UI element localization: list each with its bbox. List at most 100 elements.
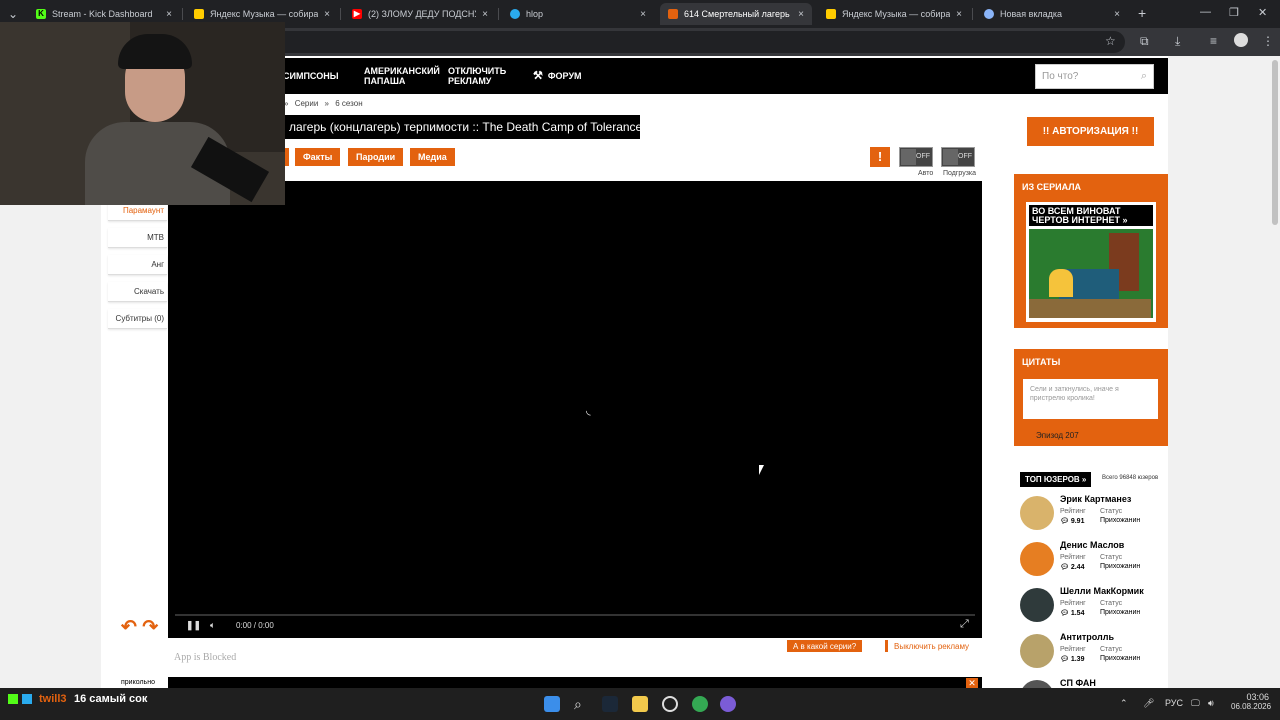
menu-eng[interactable]: Анг (108, 255, 167, 275)
pause-icon[interactable]: ❚❚ (186, 620, 201, 631)
user-name[interactable]: Антитролль (1060, 632, 1114, 642)
search-input[interactable]: По что? ⌕ (1035, 64, 1154, 89)
top-user-row[interactable]: Эрик Картманез Рейтинг Статус 💬︎ 9.91 Пр… (1020, 494, 1170, 534)
windows-start-icon[interactable] (544, 696, 560, 712)
top-user-row[interactable]: СП ФАН (1020, 678, 1170, 688)
speaker-icon[interactable]: 🔊︎ (1208, 698, 1214, 709)
fullscreen-icon[interactable]: ⤢ (960, 618, 969, 631)
new-tab-button[interactable]: + (1138, 5, 1146, 21)
quotes-panel: ЦИТАТЫ Сели и заткнулись, иначе я пристр… (1014, 349, 1168, 446)
close-tab-icon[interactable]: × (956, 9, 962, 20)
auto-toggle[interactable]: OFF (899, 147, 933, 167)
steam-icon[interactable] (602, 696, 618, 712)
close-tab-icon[interactable]: × (798, 9, 804, 20)
preload-toggle[interactable]: OFF (941, 147, 975, 167)
language-indicator[interactable]: РУС (1165, 698, 1183, 708)
menu-subtitles[interactable]: Субтитры (0) (108, 309, 167, 329)
breadcrumb-season[interactable]: 6 сезон (335, 99, 362, 108)
microphone-icon[interactable]: 🎤︎ (1143, 698, 1154, 709)
nav-forum[interactable]: ⚒ ФОРУМ (533, 58, 582, 94)
quotes-title: ЦИТАТЫ (1022, 357, 1061, 367)
app-icon[interactable] (720, 696, 736, 712)
status-label: Статус (1100, 554, 1123, 561)
close-tab-icon[interactable]: × (166, 9, 172, 20)
user-name[interactable]: Денис Маслов (1060, 540, 1124, 550)
mouse-cursor-icon (759, 465, 764, 475)
window-close-icon[interactable]: ✕ (1258, 6, 1267, 19)
restore-icon[interactable]: ❐ (1229, 6, 1239, 19)
browser-tab[interactable]: Новая вкладка × (976, 3, 1128, 25)
user-status: Прихожанин (1100, 563, 1141, 570)
browser-tab[interactable]: hlop × (502, 3, 654, 25)
top-users-title[interactable]: ТОП ЮЗЕРОВ » (1020, 472, 1092, 487)
episode-nav: ↶ ↷ (121, 616, 158, 639)
stream-title: 16 самый сок (74, 693, 148, 705)
user-rating: 💬︎ 1.54 (1060, 610, 1085, 617)
download-icon[interactable]: ⤓ (1175, 34, 1180, 49)
user-name[interactable]: Шелли МакКормик (1060, 586, 1144, 596)
extensions-icon[interactable]: ⧉ (1140, 34, 1149, 49)
nav-simpsons[interactable]: СИМПСОНЫ (283, 58, 339, 94)
tab-parodies[interactable]: Пародии (348, 148, 404, 166)
tab-search-icon[interactable]: ⌄ (8, 7, 18, 21)
close-tab-icon[interactable]: × (482, 9, 488, 20)
video-player[interactable]: ◟ ❚❚ 🔈︎ 0:00 / 0:00 ⤢ (168, 181, 982, 638)
rating-value: 9.91 (1070, 518, 1085, 525)
browser-tab[interactable]: Яндекс Музыка — собираем м × (818, 3, 970, 25)
disable-ads-button[interactable]: Выключить рекламу (885, 640, 982, 652)
breadcrumb-sep: » (324, 99, 329, 108)
scrollbar-thumb[interactable] (1272, 60, 1278, 225)
top-user-row[interactable]: Денис Маслов Рейтинг Статус 💬︎ 2.44 Прих… (1020, 540, 1170, 580)
user-status: Прихожанин (1100, 517, 1141, 524)
browser-tab-active[interactable]: 614 Смертельный лагерь (кон × (660, 3, 812, 25)
tab-facts[interactable]: Факты (295, 148, 341, 166)
menu-download[interactable]: Скачать (108, 282, 167, 302)
tab-title: Яндекс Музыка — собираем м (210, 9, 319, 19)
quote-episode[interactable]: Эпизод 207 (1036, 431, 1079, 440)
obs-icon[interactable] (662, 696, 678, 712)
close-tab-icon[interactable]: × (640, 9, 646, 20)
seek-bar[interactable] (175, 614, 975, 616)
clock[interactable]: 03:06 06.08.2026 (1231, 692, 1271, 711)
which-episode-button[interactable]: А в какой серии? (787, 640, 863, 652)
breadcrumb-series[interactable]: Серии (295, 99, 319, 108)
avatar (1020, 496, 1054, 530)
login-button[interactable]: !! АВТОРИЗАЦИЯ !! (1027, 117, 1154, 146)
monitor-icon[interactable]: 🖵︎ (1191, 698, 1200, 709)
menu-kebab-icon[interactable]: ⋮ (1262, 34, 1274, 48)
report-warning-button[interactable]: ! (870, 147, 890, 167)
preload-toggle-caption: Подгрузка (943, 170, 977, 177)
profile-avatar[interactable] (1234, 33, 1248, 47)
episode-title: лагерь (концлагерь) терпимости :: The De… (283, 115, 642, 139)
address-bar[interactable] (250, 31, 1125, 53)
user-name[interactable]: Эрик Картманез (1060, 494, 1131, 504)
media-icon[interactable]: ≡ (1210, 34, 1217, 48)
top-user-row[interactable]: Антитролль Рейтинг Статус 💬︎ 1.39 Прихож… (1020, 632, 1170, 672)
toggle-knob (943, 149, 958, 165)
explorer-icon[interactable] (632, 696, 648, 712)
menu-mtv[interactable]: MTB (108, 228, 167, 248)
streamer-handle: twill3 (39, 693, 67, 705)
prev-episode-icon[interactable]: ↶ (121, 617, 137, 638)
search-icon[interactable]: ⌕ (574, 696, 590, 712)
close-tab-icon[interactable]: × (1114, 9, 1120, 20)
toggle-state: OFF (958, 153, 972, 160)
tab-media[interactable]: Медиа (410, 148, 455, 166)
tray-overflow-icon[interactable]: ⌃ (1120, 698, 1128, 709)
nav-disable-ads[interactable]: ОТКЛЮЧИТЬ РЕКЛАМУ (448, 58, 512, 94)
from-series-card[interactable]: ВО ВСЕМ ВИНОВАТ ЧЕРТОВ ИНТЕРНЕТ » (1026, 202, 1156, 322)
page-scrollbar[interactable] (1270, 56, 1280, 688)
browser-tab[interactable]: ▶ (2) ЗЛОМУ ДЕДУ ПОДСНУЛИ × (344, 3, 496, 25)
volume-icon[interactable]: 🔈︎ (210, 620, 215, 631)
rating-value: 1.54 (1070, 610, 1085, 617)
close-ad-icon[interactable]: ✕ (966, 678, 978, 688)
top-user-row[interactable]: Шелли МакКормик Рейтинг Статус 💬︎ 1.54 П… (1020, 586, 1170, 626)
chrome-icon[interactable] (692, 696, 708, 712)
bookmark-star-icon[interactable]: ☆ (1105, 34, 1116, 48)
close-tab-icon[interactable]: × (324, 9, 330, 20)
user-name[interactable]: СП ФАН (1060, 678, 1096, 688)
search-icon[interactable]: ⌕ (1141, 70, 1147, 83)
nav-american-dad[interactable]: АМЕРИКАНСКИЙ ПАПАША (364, 58, 440, 94)
next-episode-icon[interactable]: ↷ (142, 617, 158, 638)
minimize-icon[interactable]: — (1200, 6, 1211, 18)
